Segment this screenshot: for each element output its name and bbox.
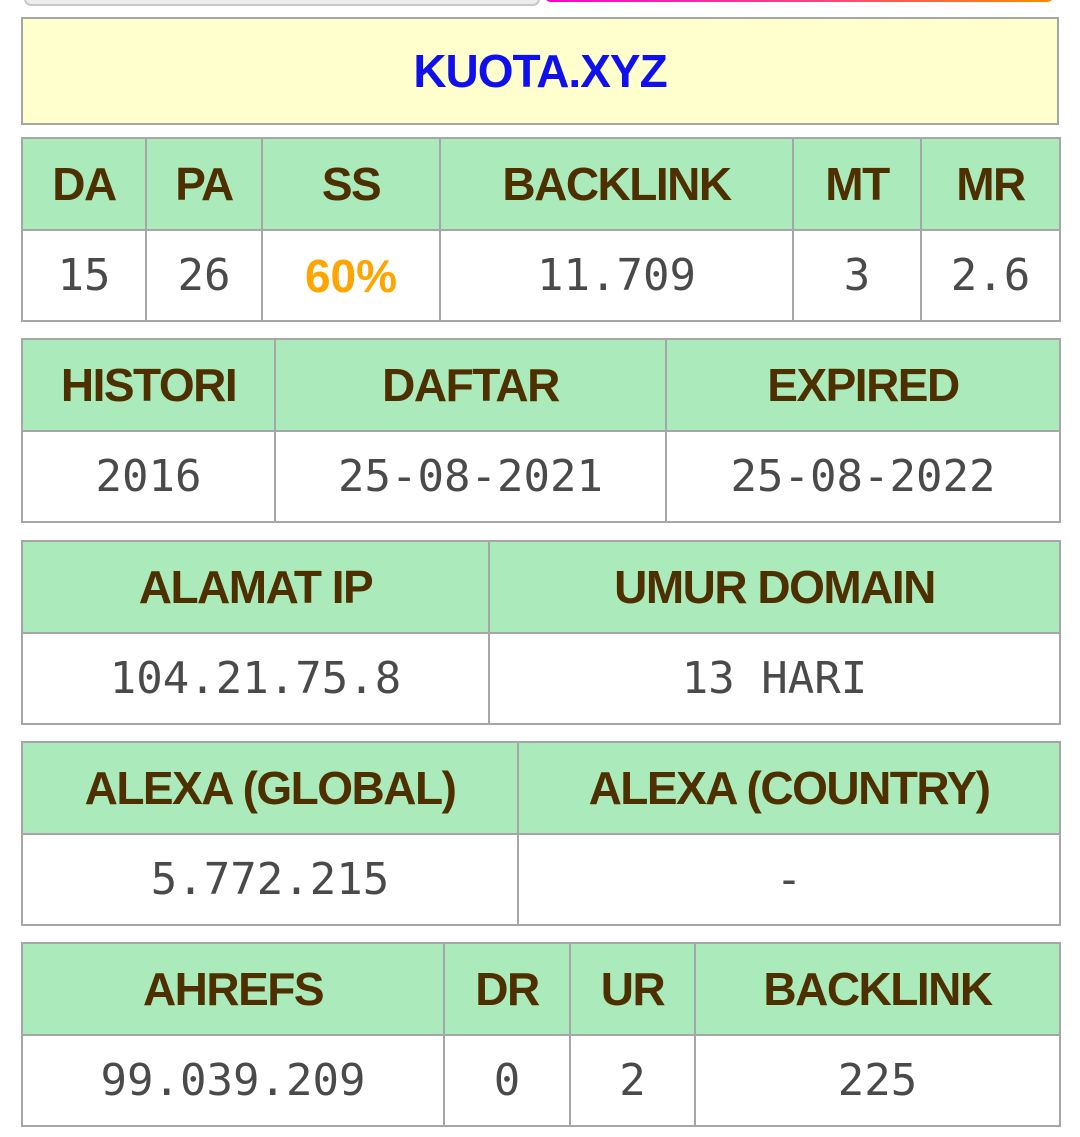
metrics-value-row: 15 26 60% 11.709 3 2.6 (21, 229, 1061, 322)
value-ss: 60% (261, 229, 441, 322)
value-daftar: 25-08-2021 (274, 430, 667, 523)
network-table: ALAMAT IP UMUR DOMAIN 104.21.75.8 13 HAR… (21, 540, 1061, 725)
value-mt: 3 (792, 229, 922, 322)
header-expired: EXPIRED (665, 338, 1061, 432)
header-ur: UR (569, 942, 696, 1036)
top-gradient-button[interactable] (544, 0, 1054, 2)
value-da: 15 (21, 229, 147, 322)
value-ur: 2 (569, 1034, 696, 1127)
header-ahrefs: AHREFS (21, 942, 445, 1036)
domain-title-link[interactable]: KUOTA.XYZ (413, 44, 667, 98)
header-mt: MT (792, 137, 922, 231)
ahrefs-value-row: 99.039.209 0 2 225 (21, 1034, 1061, 1127)
network-value-row: 104.21.75.8 13 HARI (21, 632, 1061, 725)
header-alexa-global: ALEXA (GLOBAL) (21, 741, 519, 835)
ahrefs-header-row: AHREFS DR UR BACKLINK (21, 942, 1061, 1036)
value-alexa-country: - (517, 833, 1061, 926)
history-value-row: 2016 25-08-2021 25-08-2022 (21, 430, 1061, 523)
header-alexa-country: ALEXA (COUNTRY) (517, 741, 1061, 835)
header-alamat-ip: ALAMAT IP (21, 540, 490, 634)
header-dr: DR (443, 942, 571, 1036)
value-mr: 2.6 (920, 229, 1061, 322)
alexa-value-row: 5.772.215 - (21, 833, 1061, 926)
metrics-table: DA PA SS BACKLINK MT MR 15 26 60% 11.709… (21, 137, 1061, 322)
header-histori: HISTORI (21, 338, 276, 432)
network-header-row: ALAMAT IP UMUR DOMAIN (21, 540, 1061, 634)
top-search-bar (24, 0, 540, 6)
alexa-table: ALEXA (GLOBAL) ALEXA (COUNTRY) 5.772.215… (21, 741, 1061, 926)
history-table: HISTORI DAFTAR EXPIRED 2016 25-08-2021 2… (21, 338, 1061, 523)
metrics-header-row: DA PA SS BACKLINK MT MR (21, 137, 1061, 231)
header-da: DA (21, 137, 147, 231)
value-alexa-global: 5.772.215 (21, 833, 519, 926)
value-histori: 2016 (21, 430, 276, 523)
history-header-row: HISTORI DAFTAR EXPIRED (21, 338, 1061, 432)
value-backlink: 11.709 (439, 229, 794, 322)
header-backlink: BACKLINK (439, 137, 794, 231)
domain-title-box: KUOTA.XYZ (21, 17, 1059, 125)
header-pa: PA (145, 137, 263, 231)
header-ahrefs-backlink: BACKLINK (694, 942, 1061, 1036)
value-ahrefs-backlink: 225 (694, 1034, 1061, 1127)
value-ahrefs: 99.039.209 (21, 1034, 445, 1127)
value-dr: 0 (443, 1034, 571, 1127)
value-umur-domain: 13 HARI (488, 632, 1061, 725)
header-ss: SS (261, 137, 441, 231)
value-expired: 25-08-2022 (665, 430, 1061, 523)
value-pa: 26 (145, 229, 263, 322)
alexa-header-row: ALEXA (GLOBAL) ALEXA (COUNTRY) (21, 741, 1061, 835)
ahrefs-table: AHREFS DR UR BACKLINK 99.039.209 0 2 225 (21, 942, 1061, 1127)
header-umur-domain: UMUR DOMAIN (488, 540, 1061, 634)
value-alamat-ip: 104.21.75.8 (21, 632, 490, 725)
header-mr: MR (920, 137, 1061, 231)
header-daftar: DAFTAR (274, 338, 667, 432)
